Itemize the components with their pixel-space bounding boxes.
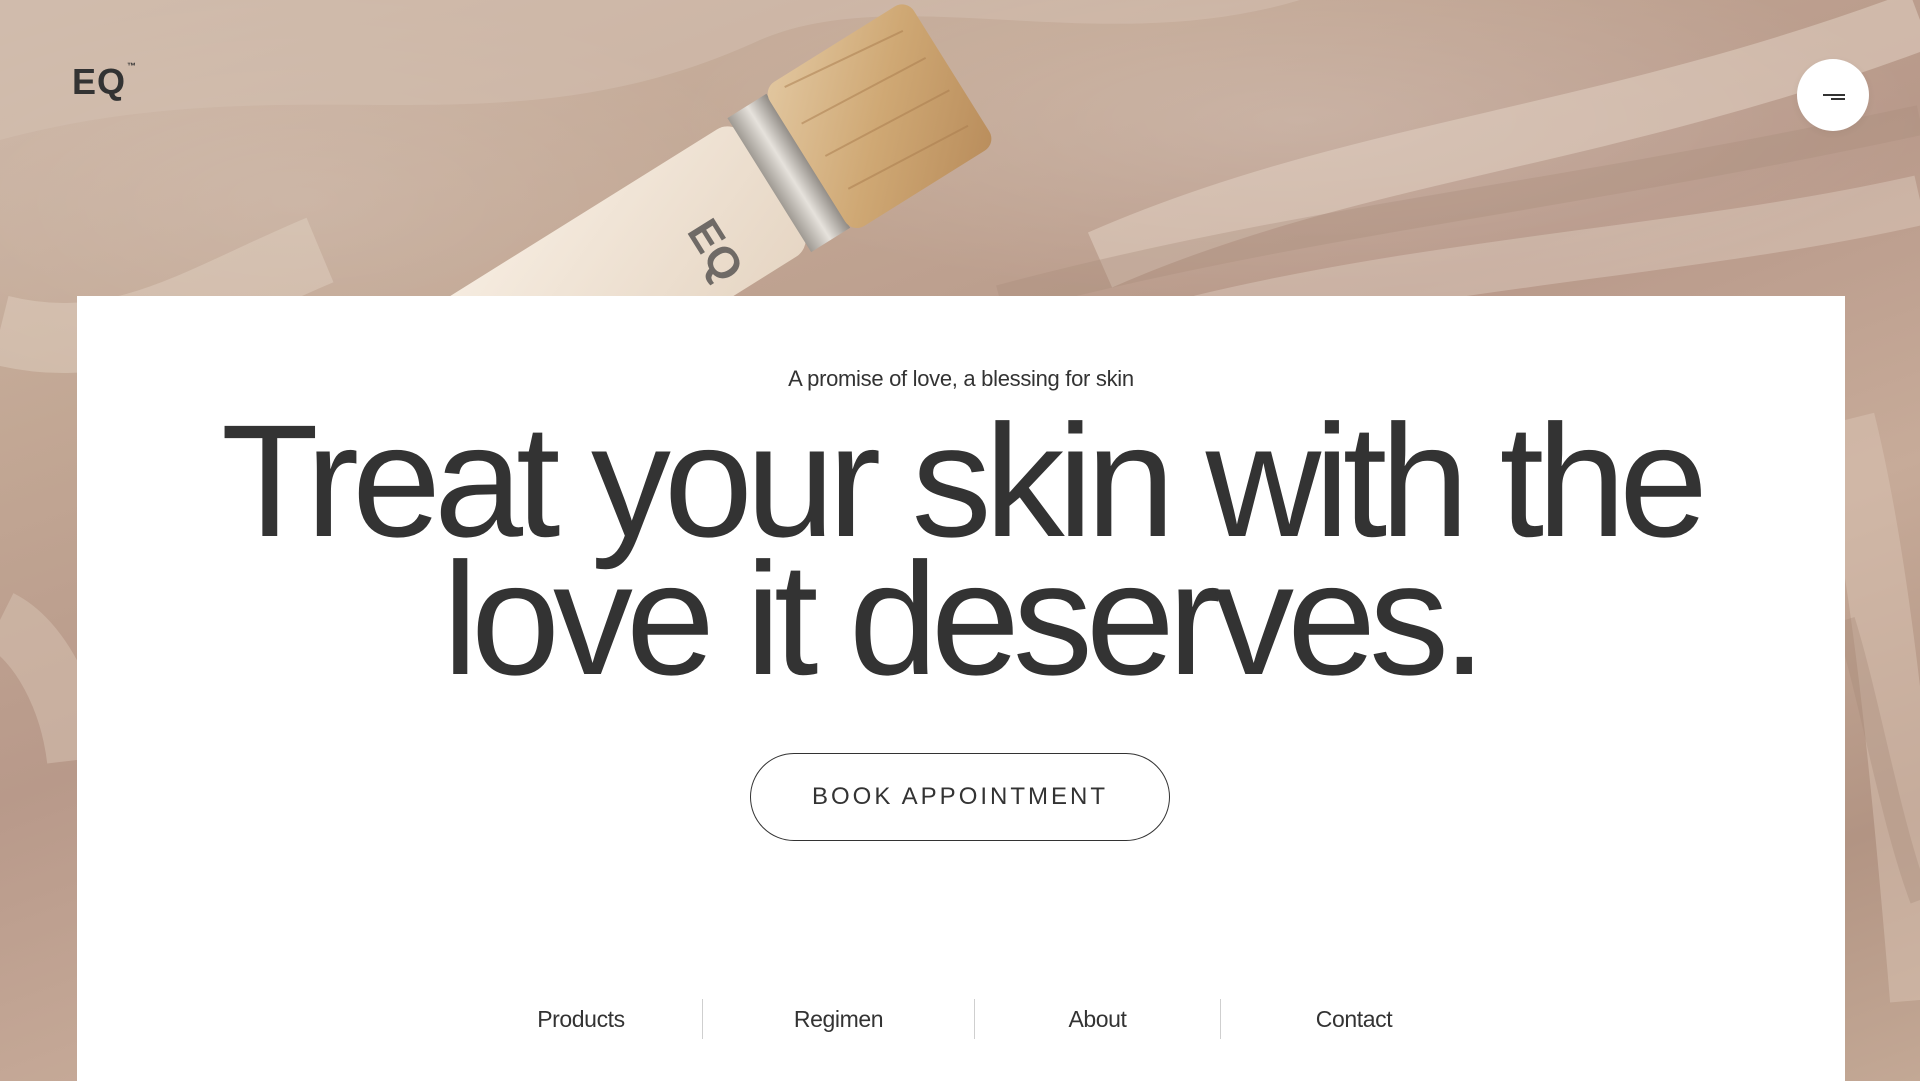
nav-link-products[interactable]: Products: [460, 999, 702, 1039]
footer-nav: Products Regimen About Contact: [460, 999, 1487, 1039]
hero-card: A promise of love, a blessing for skin T…: [77, 296, 1845, 1081]
hero-stage: EQ EQ™ A promise of love, a blessing for…: [0, 0, 1920, 1081]
hero-headline: Treat your skin with the love it deserve…: [77, 401, 1845, 708]
brand-logo[interactable]: EQ™: [72, 61, 138, 102]
menu-button[interactable]: [1797, 59, 1869, 131]
hamburger-menu-icon: [1823, 94, 1845, 96]
nav-link-regimen[interactable]: Regimen: [703, 999, 974, 1039]
logo-text: EQ: [72, 61, 127, 102]
hero-eyebrow: A promise of love, a blessing for skin: [788, 366, 1134, 391]
nav-link-contact[interactable]: Contact: [1221, 999, 1487, 1039]
headline-line-2: love it deserves.: [442, 529, 1486, 708]
hamburger-menu-icon-short-bar: [1831, 98, 1845, 100]
book-appointment-button[interactable]: BOOK APPOINTMENT: [750, 753, 1170, 841]
trademark-mark: ™: [127, 61, 138, 71]
nav-link-about[interactable]: About: [975, 999, 1220, 1039]
